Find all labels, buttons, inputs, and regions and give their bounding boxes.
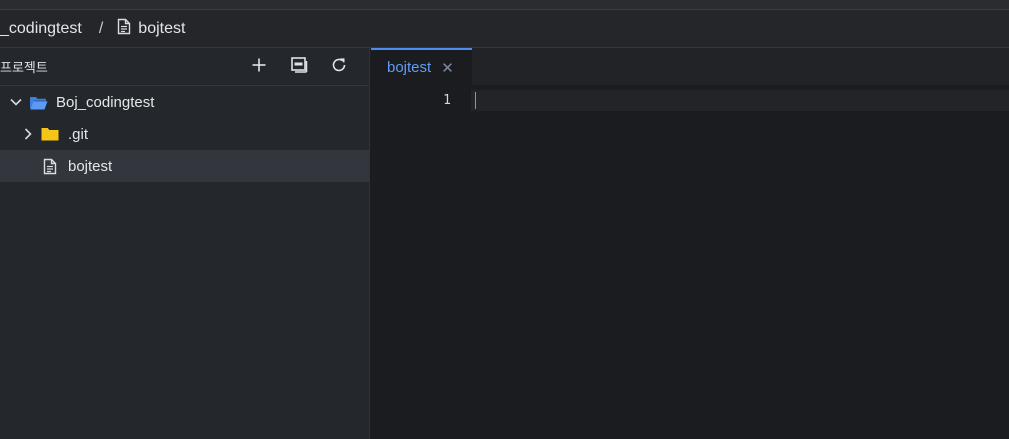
- tab-label: bojtest: [387, 59, 432, 76]
- tree-item-label: Boj_codingtest: [56, 93, 155, 111]
- close-icon[interactable]: ✕: [441, 59, 454, 77]
- collapse-all-icon: [290, 56, 308, 78]
- breadcrumb-separator: /: [98, 19, 104, 37]
- current-line-highlight[interactable]: [471, 90, 1009, 111]
- breadcrumb-file[interactable]: bojtest: [117, 18, 185, 40]
- refresh-icon: [331, 57, 347, 78]
- tree-item-git-folder[interactable]: .git: [0, 118, 369, 150]
- folder-icon: [40, 125, 60, 143]
- tree-item-root-folder[interactable]: Boj_codingtest: [0, 86, 369, 118]
- tree-item-label: bojtest: [68, 157, 113, 175]
- editor-tabbar: bojtest ✕: [371, 48, 1009, 85]
- file-icon: [117, 18, 131, 40]
- code-editor[interactable]: 1: [371, 85, 1009, 439]
- tab-bojtest[interactable]: bojtest ✕: [371, 48, 472, 85]
- tree-item-label: .git: [68, 125, 89, 143]
- editor-panel: bojtest ✕ 1: [371, 48, 1009, 439]
- breadcrumb-file-label: bojtest: [138, 19, 186, 37]
- breadcrumb-project[interactable]: _codingtest: [0, 20, 82, 38]
- add-icon: [252, 58, 266, 77]
- collapse-all-button[interactable]: [279, 48, 319, 86]
- refresh-button[interactable]: [319, 48, 359, 86]
- chevron-down-icon[interactable]: [9, 95, 23, 109]
- project-sidebar: 프로젝트 Boj_codingtest .git bojtest: [0, 48, 370, 439]
- sidebar-actions: [239, 48, 359, 86]
- file-tree: Boj_codingtest .git bojtest: [0, 86, 369, 182]
- breadcrumb: _codingtest / bojtest: [0, 10, 1009, 48]
- sidebar-title: 프로젝트: [0, 60, 48, 75]
- folder-open-icon: [28, 93, 48, 111]
- code-line: 1: [371, 90, 1009, 111]
- tree-item-file[interactable]: bojtest: [0, 150, 369, 182]
- sidebar-header: 프로젝트: [0, 48, 369, 86]
- chevron-right-icon[interactable]: [21, 127, 35, 141]
- line-number: 1: [443, 93, 451, 108]
- window-top-strip: [0, 0, 1009, 10]
- text-cursor: [475, 92, 476, 109]
- file-icon: [40, 157, 60, 175]
- new-file-button[interactable]: [239, 48, 279, 86]
